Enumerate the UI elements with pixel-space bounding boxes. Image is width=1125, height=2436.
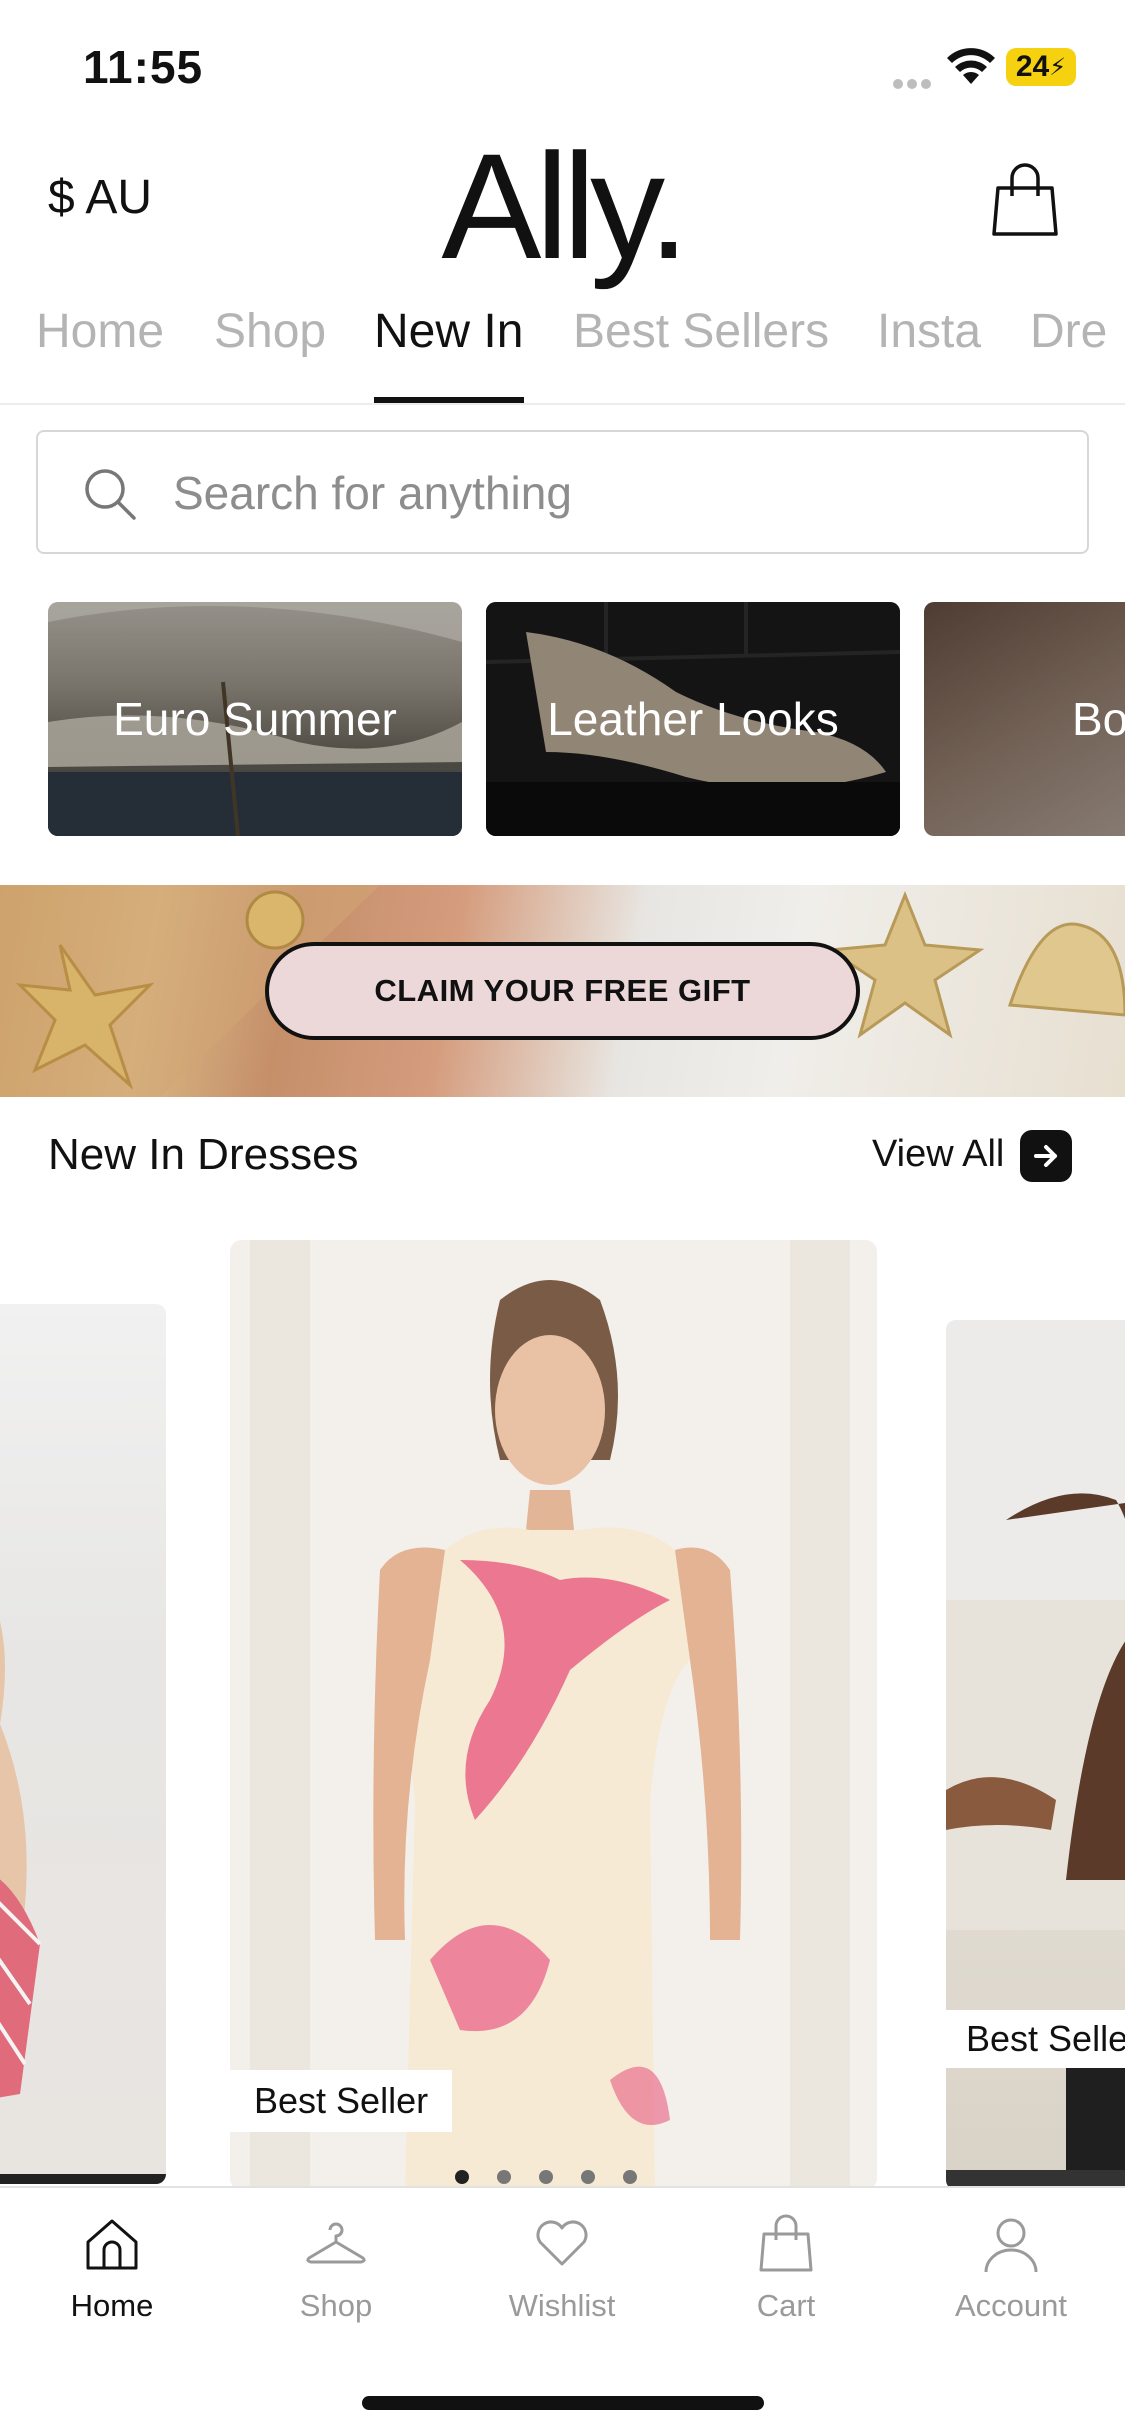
pagination-dot[interactable] [497, 2170, 511, 2184]
collections-carousel: Euro Summer Leather Looks Bo [0, 602, 1125, 836]
brand-logo[interactable]: Ally. [0, 120, 1125, 293]
battery-icon: 24 ⚡ [1006, 48, 1076, 86]
product-card[interactable]: Best Seller [946, 1320, 1125, 2190]
battery-level: 24 [1015, 50, 1050, 83]
collection-card-third[interactable]: Bo [924, 602, 1125, 836]
collection-card-leather-looks[interactable]: Leather Looks [486, 602, 900, 836]
view-all-link[interactable]: View All [872, 1133, 1004, 1176]
best-seller-badge: Best Seller [946, 2010, 1125, 2068]
tab-shop[interactable]: Shop [214, 304, 326, 359]
user-icon [984, 2218, 1038, 2273]
tab-home[interactable]: Home [36, 304, 164, 359]
product-image [230, 1240, 877, 2190]
product-image [0, 1621, 166, 2184]
category-tabs: Home Shop New In Best Sellers Insta Dre [0, 290, 1125, 405]
bottom-nav-label: Shop [299, 2288, 373, 2323]
section-title: New In Dresses [48, 1130, 359, 1179]
active-tab-indicator [374, 397, 524, 403]
signal-icon [893, 76, 935, 89]
product-carousel: Best Seller Best Seller [0, 1240, 1125, 2190]
bottom-nav-label: Wishlist [508, 2288, 616, 2323]
tab-best-sellers[interactable]: Best Sellers [573, 304, 829, 359]
bottom-nav-wishlist[interactable]: Wishlist [462, 2214, 662, 2324]
search-icon [85, 469, 136, 520]
bottom-nav-home[interactable]: Home [12, 2214, 212, 2324]
best-seller-badge: Best Seller [230, 2070, 453, 2132]
bottom-nav-label: Home [70, 2288, 154, 2323]
product-card[interactable] [0, 1304, 166, 2184]
shopping-bag-icon[interactable] [990, 160, 1060, 240]
status-bar: 11:55 24 ⚡ [0, 0, 1125, 130]
pagination-dot[interactable] [455, 2170, 469, 2184]
heart-icon [536, 2220, 588, 2266]
product-card[interactable]: Best Seller [230, 1240, 877, 2190]
tab-insta[interactable]: Insta [877, 304, 981, 359]
bottom-nav-shop[interactable]: Shop [236, 2214, 436, 2324]
search-placeholder: Search for anything [173, 467, 572, 519]
pagination-dot[interactable] [623, 2170, 637, 2184]
shopping-bag-icon [759, 2214, 813, 2272]
collection-label: Leather Looks [547, 693, 839, 745]
tab-new-in[interactable]: New In [374, 304, 523, 359]
collection-label: Bo [1072, 693, 1125, 745]
promo-banner[interactable]: CLAIM YOUR FREE GIFT [0, 885, 1125, 1097]
wifi-icon [947, 48, 995, 84]
bottom-nav-cart[interactable]: Cart [686, 2214, 886, 2324]
pagination-dot[interactable] [581, 2170, 595, 2184]
status-time: 11:55 [83, 41, 204, 93]
bottom-nav-label: Account [954, 2288, 1067, 2323]
collection-card-euro-summer[interactable]: Euro Summer [48, 602, 462, 836]
pagination-dot[interactable] [539, 2170, 553, 2184]
hanger-icon [306, 2222, 366, 2264]
home-indicator[interactable] [362, 2396, 764, 2410]
tab-dresses[interactable]: Dre [1030, 304, 1107, 359]
claim-free-gift-button[interactable]: CLAIM YOUR FREE GIFT [265, 942, 860, 1040]
bottom-nav-account[interactable]: Account [911, 2214, 1111, 2324]
bottom-nav-label: Cart [756, 2288, 816, 2323]
app-header: $ AU Ally. [0, 122, 1125, 290]
home-icon [86, 2219, 138, 2270]
arrow-right-icon[interactable] [1020, 1130, 1072, 1182]
collection-label: Euro Summer [113, 693, 397, 745]
search-input[interactable]: Search for anything [36, 430, 1089, 554]
